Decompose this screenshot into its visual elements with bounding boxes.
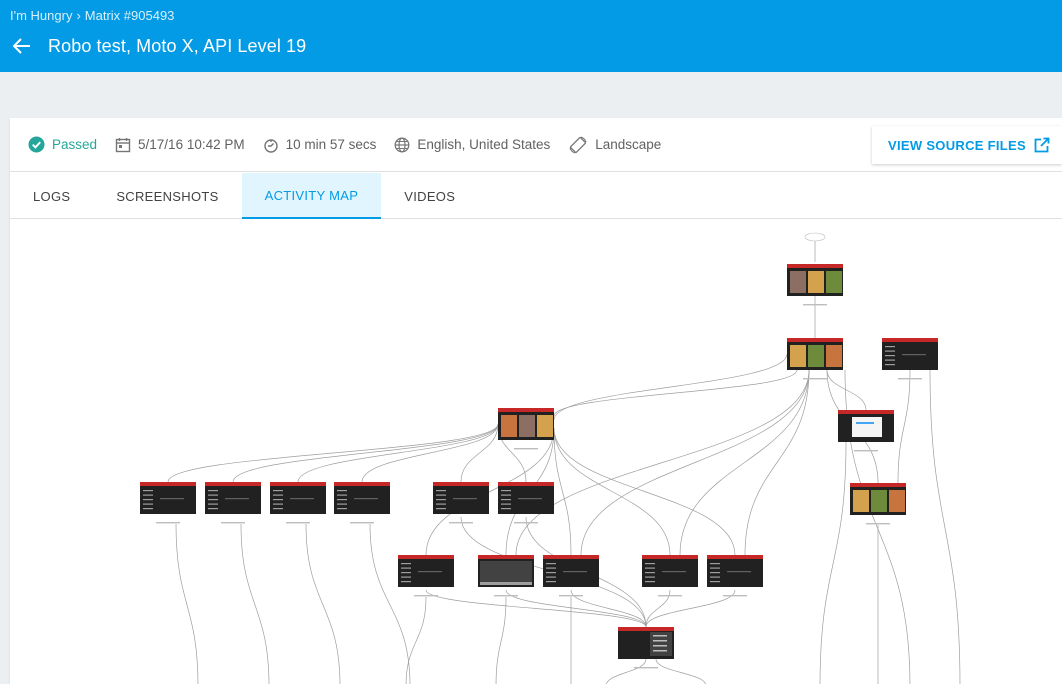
activity-node[interactable] xyxy=(850,483,906,525)
view-source-label: VIEW SOURCE FILES xyxy=(887,137,1026,153)
test-details-card: Passed 5/17/16 10:42 PM 10 min 57 secs E… xyxy=(10,118,1062,684)
check-circle-icon xyxy=(28,136,45,153)
globe-icon xyxy=(394,137,410,152)
breadcrumb-app-link[interactable]: I'm Hungry xyxy=(10,8,72,23)
breadcrumb: I'm Hungry › Matrix #905493 xyxy=(10,8,174,23)
node-caption-line xyxy=(803,304,827,306)
tab-bar: LOGS SCREENSHOTS ACTIVITY MAP VIDEOS xyxy=(10,173,1062,219)
node-caption-line xyxy=(494,595,518,597)
view-source-files-button[interactable]: VIEW SOURCE FILES xyxy=(871,126,1062,164)
activity-node[interactable] xyxy=(498,408,554,450)
node-caption-line xyxy=(514,522,538,524)
test-info-row: Passed 5/17/16 10:42 PM 10 min 57 secs E… xyxy=(10,118,1062,172)
back-arrow-icon[interactable] xyxy=(10,34,34,58)
node-caption-line xyxy=(803,378,827,380)
tab-screenshots[interactable]: SCREENSHOTS xyxy=(93,173,241,219)
status-badge: Passed xyxy=(28,136,97,153)
node-caption-line xyxy=(559,595,583,597)
timer-icon xyxy=(263,138,278,153)
node-caption-line xyxy=(898,378,922,380)
duration-info: 10 min 57 secs xyxy=(263,137,377,153)
tab-logs[interactable]: LOGS xyxy=(10,173,93,219)
activity-node[interactable] xyxy=(205,482,261,524)
activity-node[interactable] xyxy=(334,482,390,524)
locale-info: English, United States xyxy=(394,137,550,153)
tab-videos[interactable]: VIDEOS xyxy=(381,173,478,219)
node-caption-line xyxy=(414,595,438,597)
activity-map-canvas[interactable] xyxy=(10,220,1062,684)
date-text: 5/17/16 10:42 PM xyxy=(138,137,245,152)
node-caption-line xyxy=(449,522,473,524)
activity-map-graph xyxy=(140,232,961,684)
orientation-info: Landscape xyxy=(568,135,661,155)
locale-text: English, United States xyxy=(417,137,551,152)
open-in-new-icon xyxy=(1034,137,1050,153)
activity-node[interactable] xyxy=(618,627,674,669)
node-caption-line xyxy=(866,523,890,525)
activity-node[interactable] xyxy=(140,482,196,524)
title-row: Robo test, Moto X, API Level 19 xyxy=(10,34,306,58)
app-bar: I'm Hungry › Matrix #905493 Robo test, M… xyxy=(0,0,1062,72)
node-caption-line xyxy=(634,667,658,669)
node-caption-line xyxy=(723,595,747,597)
node-caption-line xyxy=(156,522,180,524)
calendar-icon xyxy=(115,137,131,152)
activity-node[interactable] xyxy=(270,482,326,524)
node-caption-line xyxy=(854,450,878,452)
start-node xyxy=(804,232,826,242)
tab-activity-map[interactable]: ACTIVITY MAP xyxy=(241,173,382,219)
breadcrumb-matrix-link[interactable]: Matrix #905493 xyxy=(85,8,175,23)
duration-text: 10 min 57 secs xyxy=(285,137,377,152)
node-caption-line xyxy=(658,595,682,597)
node-caption-line xyxy=(350,522,374,524)
activity-node[interactable] xyxy=(838,410,894,452)
node-caption-line xyxy=(221,522,245,524)
status-text: Passed xyxy=(52,137,98,152)
orientation-text: Landscape xyxy=(595,137,662,152)
breadcrumb-separator: › xyxy=(76,8,81,23)
date-info: 5/17/16 10:42 PM xyxy=(115,137,245,153)
node-caption-line xyxy=(286,522,310,524)
screen-rotation-icon xyxy=(569,135,587,154)
page-title: Robo test, Moto X, API Level 19 xyxy=(48,35,307,56)
node-caption-line xyxy=(514,448,538,450)
